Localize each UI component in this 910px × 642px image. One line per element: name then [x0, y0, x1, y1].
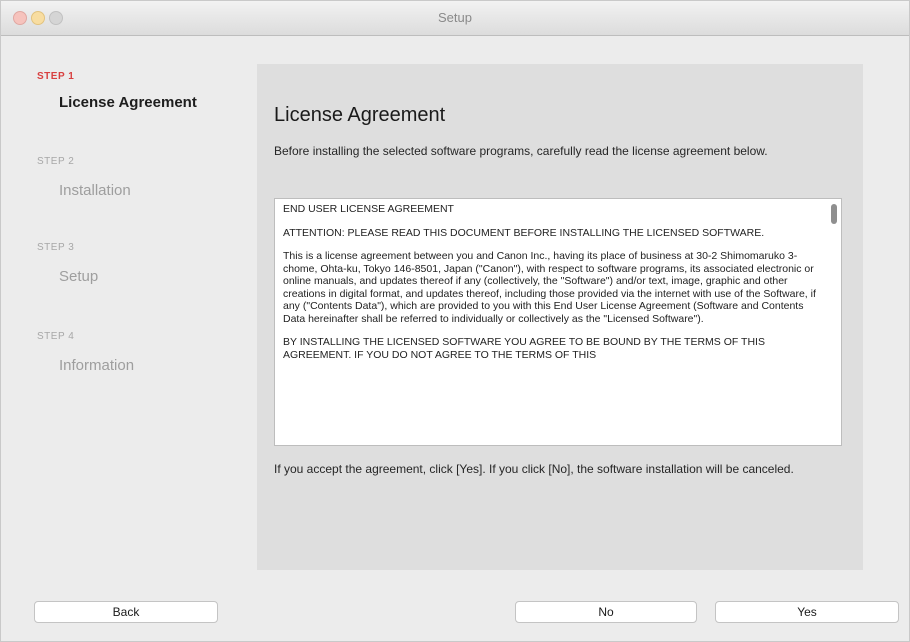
no-button[interactable]: No [515, 601, 697, 623]
accept-instructions: If you accept the agreement, click [Yes]… [274, 462, 794, 476]
license-text: END USER LICENSE AGREEMENT ATTENTION: PL… [283, 203, 823, 372]
intro-text: Before installing the selected software … [274, 144, 768, 158]
step-4-name: Information [59, 357, 135, 374]
step-2-name: Installation [59, 182, 131, 199]
title-bar[interactable]: Setup [1, 1, 909, 36]
step-4-label: STEP 4 [37, 331, 75, 342]
step-1-name: License Agreement [59, 94, 197, 111]
step-3-label: STEP 3 [37, 242, 75, 253]
window-title: Setup [438, 10, 472, 25]
license-paragraph: This is a license agreement between you … [283, 250, 816, 325]
license-text-area[interactable]: END USER LICENSE AGREEMENT ATTENTION: PL… [274, 198, 842, 446]
step-3-name: Setup [59, 268, 99, 285]
license-paragraph: END USER LICENSE AGREEMENT [283, 203, 454, 215]
scrollbar-thumb[interactable] [831, 204, 837, 224]
setup-window: Setup STEP 1 License Agreement STEP 2 In… [0, 0, 910, 642]
license-paragraph: BY INSTALLING THE LICENSED SOFTWARE YOU … [283, 336, 765, 361]
page-title: License Agreement [274, 104, 446, 126]
license-paragraph: ATTENTION: PLEASE READ THIS DOCUMENT BEF… [283, 226, 765, 239]
back-button[interactable]: Back [34, 601, 218, 623]
step-1-label: STEP 1 [37, 71, 75, 82]
step-sidebar: STEP 1 License Agreement STEP 2 Installa… [1, 35, 256, 575]
step-2-label: STEP 2 [37, 156, 75, 167]
license-scrollbar[interactable] [826, 199, 841, 445]
yes-button[interactable]: Yes [715, 601, 899, 623]
content-panel: License Agreement Before installing the … [257, 64, 863, 570]
